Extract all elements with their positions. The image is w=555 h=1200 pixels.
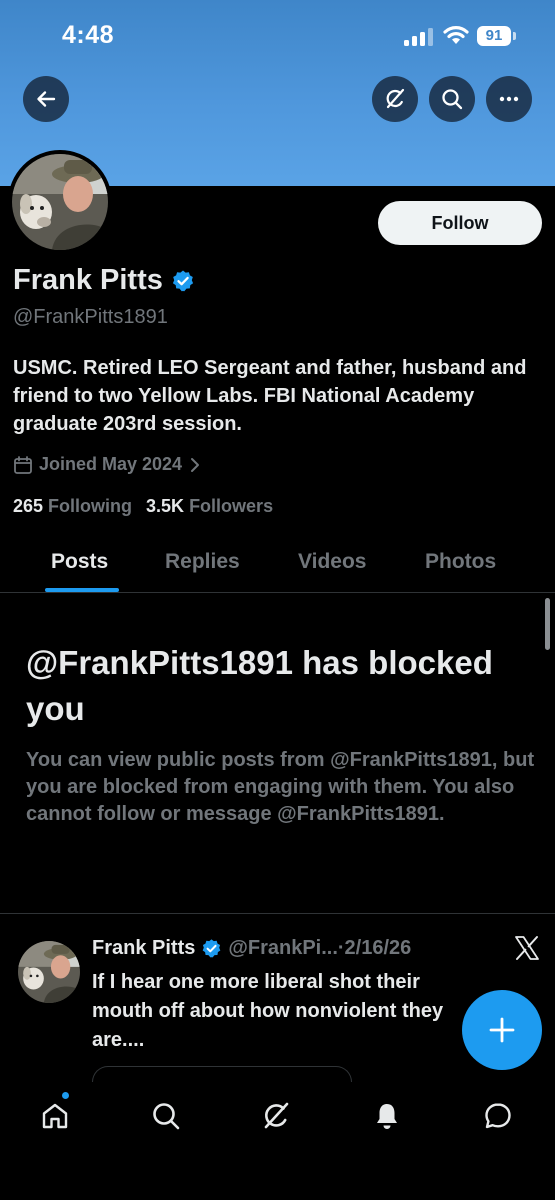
profile-name-row: Frank Pitts — [13, 264, 195, 297]
search-icon — [153, 1103, 180, 1130]
grok-icon — [264, 1102, 289, 1129]
calendar-icon — [14, 455, 32, 474]
tweet-author-name[interactable]: Frank Pitts — [92, 937, 195, 960]
more-button[interactable] — [486, 76, 532, 122]
tweet-avatar[interactable] — [18, 941, 80, 1003]
search-button[interactable] — [429, 76, 475, 122]
home-icon — [42, 1103, 68, 1129]
verified-badge-icon[interactable] — [171, 269, 195, 293]
following-count: 265 — [13, 496, 44, 516]
compose-button[interactable] — [462, 990, 542, 1070]
tweet-header: Frank Pitts @FrankPi... ·2/16/26 — [92, 937, 411, 960]
signal-icon — [404, 28, 434, 46]
tweet-date: ·2/16/26 — [337, 937, 412, 959]
grok-icon — [386, 88, 405, 109]
profile-bio: USMC. Retired LEO Sergeant and father, h… — [13, 357, 527, 435]
profile-name: Frank Pitts — [13, 264, 163, 296]
back-button[interactable] — [23, 76, 69, 122]
followers-count: 3.5K — [146, 496, 185, 516]
status-time: 4:48 — [62, 21, 115, 49]
nav-search[interactable] — [148, 1098, 184, 1134]
follow-button[interactable]: Follow — [378, 201, 542, 245]
tweet-author-handle: @FrankPi... — [228, 937, 338, 959]
blocked-message: You can view public posts from @FrankPit… — [26, 749, 535, 825]
chevron-right-icon — [191, 457, 200, 472]
x-logo-icon — [515, 936, 539, 960]
profile-avatar[interactable] — [12, 154, 108, 250]
scrollbar[interactable] — [545, 598, 550, 650]
tabs-divider — [0, 592, 555, 593]
blocked-divider — [0, 913, 555, 914]
nav-notifications[interactable] — [369, 1098, 405, 1134]
tab-videos[interactable]: Videos — [298, 550, 366, 574]
battery-indicator: 91 — [477, 26, 511, 46]
profile-avatar-frame — [8, 150, 112, 254]
tab-replies[interactable]: Replies — [165, 550, 240, 574]
nav-messages[interactable] — [480, 1098, 516, 1134]
message-icon — [485, 1103, 511, 1129]
following-label: Following — [48, 496, 133, 516]
arrow-left-icon — [37, 91, 56, 107]
status-bar: 4:48 91 — [0, 0, 555, 72]
profile-handle: @FrankPitts1891 — [13, 306, 168, 328]
tab-posts[interactable]: Posts — [51, 550, 108, 574]
followers-link[interactable]: 3.5K Followers — [146, 496, 273, 517]
profile-tabs: Posts Replies Videos Photos — [0, 540, 555, 592]
bell-icon — [377, 1104, 397, 1129]
battery-tip — [513, 32, 516, 40]
wifi-icon — [443, 26, 469, 44]
following-link[interactable]: 265 Following — [13, 496, 132, 517]
grok-button[interactable] — [372, 76, 418, 122]
nav-home[interactable] — [37, 1098, 73, 1134]
plus-icon — [489, 1017, 515, 1043]
blocked-title: @FrankPitts1891 has blocked you — [26, 644, 493, 727]
bottom-nav — [0, 1082, 555, 1200]
home-notification-dot — [62, 1092, 69, 1099]
verified-badge-icon — [203, 939, 221, 958]
tweet-avatar-photo — [18, 941, 80, 1003]
search-icon — [442, 89, 463, 110]
joined-date[interactable]: Joined May 2024 — [13, 454, 200, 475]
follow-counts: 265 Following 3.5K Followers — [13, 496, 273, 517]
joined-label: Joined May 2024 — [39, 454, 183, 474]
followers-label: Followers — [189, 496, 274, 516]
avatar-photo — [12, 154, 108, 250]
nav-grok[interactable] — [258, 1098, 294, 1134]
tab-photos[interactable]: Photos — [425, 550, 496, 574]
more-horizontal-icon — [499, 96, 519, 102]
tweet-text[interactable]: If I hear one more liberal shot their mo… — [92, 968, 482, 1055]
